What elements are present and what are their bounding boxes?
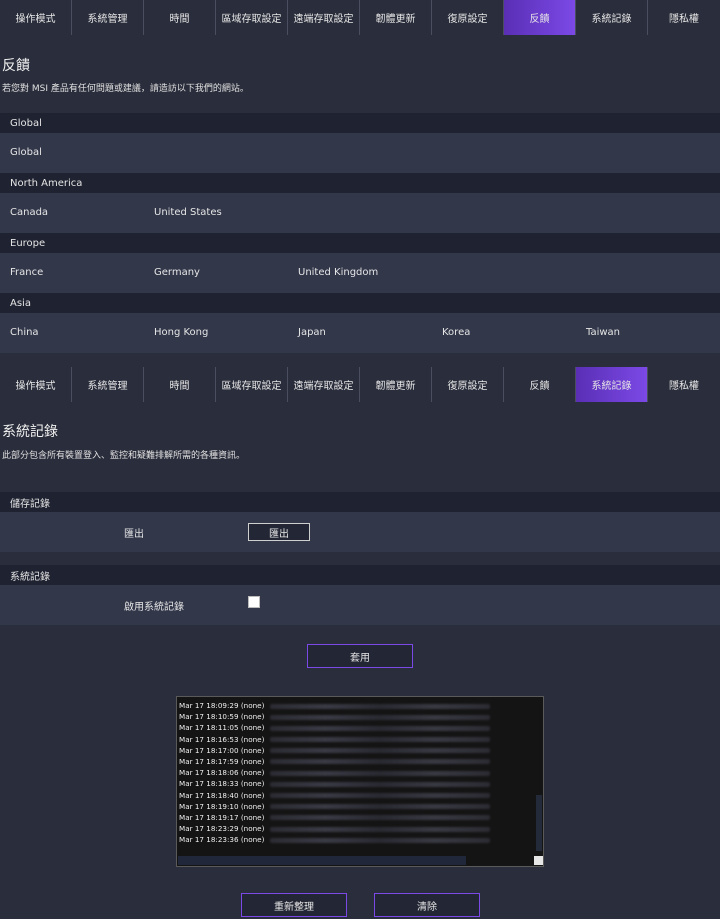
log-line: Mar 17 18:17:00 (none) <box>177 745 543 756</box>
redacted-text <box>270 804 491 810</box>
region-row-north-america: Canada United States <box>0 193 720 233</box>
feedback-title: 反饋 <box>2 58 30 74</box>
export-row: 匯出 <box>0 512 720 552</box>
region-row-europe: France Germany United Kingdom <box>0 253 720 293</box>
feedback-description: 若您對 MSI 產品有任何問題或建議，請造訪以下我們的網站。 <box>2 84 249 94</box>
tab-operation-mode[interactable]: 操作模式 <box>0 0 72 35</box>
log-horizontal-scrollbar[interactable] <box>178 856 466 865</box>
log-line: Mar 17 18:18:06 (none) <box>177 767 543 778</box>
log-line: Mar 17 18:16:53 (none) <box>177 734 543 745</box>
log-line: Mar 17 18:19:10 (none) <box>177 801 543 812</box>
redacted-text <box>270 703 491 709</box>
region-header-north-america: North America <box>0 173 720 193</box>
storage-section-header: 儲存記錄 <box>0 492 720 512</box>
log-line: Mar 17 18:11:05 (none) <box>177 722 543 733</box>
site-link-germany[interactable]: Germany <box>154 253 200 293</box>
region-header-global: Global <box>0 113 720 133</box>
log-section-header: 系統記錄 <box>0 565 720 585</box>
apply-button[interactable]: 套用 <box>307 644 413 668</box>
region-row-asia: China Hong Kong Japan Korea Taiwan <box>0 313 720 353</box>
syslog-description: 此部分包含所有裝置登入、監控和疑難排解所需的各種資訊。 <box>2 451 246 461</box>
redacted-text <box>270 815 491 821</box>
tab-local-access[interactable]: 區域存取設定 <box>216 0 288 35</box>
site-link-korea[interactable]: Korea <box>442 313 470 353</box>
export-label: 匯出 <box>124 529 144 540</box>
tab-restore-settings[interactable]: 復原設定 <box>432 367 504 402</box>
tab-restore-settings[interactable]: 復原設定 <box>432 0 504 35</box>
refresh-button[interactable]: 重新整理 <box>241 893 347 917</box>
tab-privacy[interactable]: 隱私權 <box>648 367 720 402</box>
redacted-text <box>270 737 491 743</box>
region-header-europe: Europe <box>0 233 720 253</box>
log-line: Mar 17 18:23:29 (none) <box>177 823 543 834</box>
redacted-text <box>270 837 491 843</box>
tab-privacy[interactable]: 隱私權 <box>648 0 720 35</box>
site-link-france[interactable]: France <box>10 253 43 293</box>
top-tab-bar: 操作模式 系統管理 時間 區域存取設定 遠端存取設定 韌體更新 復原設定 反饋 … <box>0 0 720 35</box>
redacted-text <box>270 759 491 765</box>
log-line: Mar 17 18:09:29 (none) <box>177 700 543 711</box>
redacted-text <box>270 793 491 798</box>
site-link-global[interactable]: Global <box>10 133 42 173</box>
redacted-text <box>270 770 491 776</box>
redacted-text <box>270 748 491 754</box>
clear-button[interactable]: 清除 <box>374 893 480 917</box>
tab-feedback[interactable]: 反饋 <box>504 0 576 35</box>
tab-remote-access[interactable]: 遠端存取設定 <box>288 367 360 402</box>
redacted-text <box>270 781 491 787</box>
tab-firmware-update[interactable]: 韌體更新 <box>360 367 432 402</box>
enable-log-row: 啟用系統記錄 <box>0 585 720 625</box>
site-link-hong-kong[interactable]: Hong Kong <box>154 313 208 353</box>
tab-system-log[interactable]: 系統記錄 <box>576 0 648 35</box>
log-line: Mar 17 18:17:59 (none) <box>177 756 543 767</box>
log-vertical-scrollbar[interactable] <box>536 795 542 851</box>
export-button[interactable]: 匯出 <box>248 523 310 541</box>
tab-feedback[interactable]: 反饋 <box>504 367 576 402</box>
redacted-text <box>270 725 491 731</box>
region-header-asia: Asia <box>0 293 720 313</box>
enable-log-label: 啟用系統記錄 <box>124 602 184 613</box>
site-link-taiwan[interactable]: Taiwan <box>586 313 620 353</box>
log-line: Mar 17 18:10:59 (none) <box>177 711 543 722</box>
tab-time[interactable]: 時間 <box>144 367 216 402</box>
syslog-title: 系統記錄 <box>2 424 58 440</box>
region-row-global: Global <box>0 133 720 173</box>
log-textarea[interactable]: Mar 17 18:09:29 (none) Mar 17 18:10:59 (… <box>176 696 544 867</box>
tab-firmware-update[interactable]: 韌體更新 <box>360 0 432 35</box>
site-link-china[interactable]: China <box>10 313 39 353</box>
redacted-text <box>270 714 491 720</box>
site-link-canada[interactable]: Canada <box>10 193 48 233</box>
tab-system-management[interactable]: 系統管理 <box>72 0 144 35</box>
tab-local-access[interactable]: 區域存取設定 <box>216 367 288 402</box>
log-line: Mar 17 18:18:40 (none) <box>177 790 543 801</box>
second-tab-bar: 操作模式 系統管理 時間 區域存取設定 遠端存取設定 韌體更新 復原設定 反饋 … <box>0 367 720 402</box>
tab-operation-mode[interactable]: 操作模式 <box>0 367 72 402</box>
resize-grip-icon[interactable] <box>534 856 543 865</box>
tab-time[interactable]: 時間 <box>144 0 216 35</box>
tab-remote-access[interactable]: 遠端存取設定 <box>288 0 360 35</box>
site-link-united-states[interactable]: United States <box>154 193 222 233</box>
log-line: Mar 17 18:18:33 (none) <box>177 778 543 789</box>
enable-log-checkbox[interactable] <box>248 596 260 608</box>
tab-system-log[interactable]: 系統記錄 <box>576 367 648 402</box>
log-line: Mar 17 18:19:17 (none) <box>177 812 543 823</box>
redacted-text <box>270 826 491 832</box>
site-link-united-kingdom[interactable]: United Kingdom <box>298 253 378 293</box>
tab-system-management[interactable]: 系統管理 <box>72 367 144 402</box>
site-link-japan[interactable]: Japan <box>298 313 326 353</box>
log-line: Mar 17 18:23:36 (none) <box>177 834 543 845</box>
